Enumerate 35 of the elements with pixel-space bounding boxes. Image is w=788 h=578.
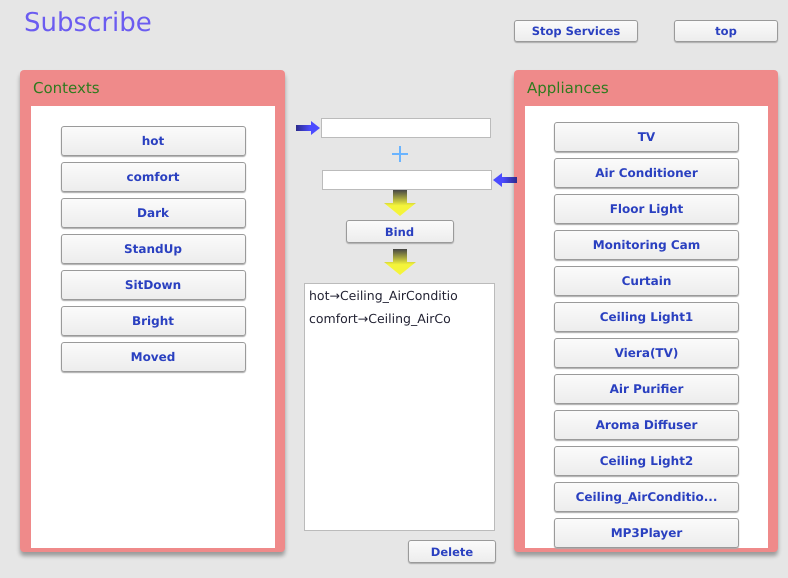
appliance-button[interactable]: Floor Light — [554, 194, 739, 224]
panel-title: Contexts — [32, 78, 100, 99]
arrow-down-icon — [384, 249, 416, 275]
appliance-button[interactable]: Viera(TV) — [554, 338, 739, 368]
appliance-button[interactable]: Aroma Diffuser — [554, 410, 739, 440]
appliance-button[interactable]: Air Purifier — [554, 374, 739, 404]
appliance-button[interactable]: Monitoring Cam — [554, 230, 739, 260]
top-button[interactable]: top — [674, 20, 778, 42]
arrow-down-icon — [384, 190, 416, 216]
appliance-button[interactable]: MP3Player — [554, 518, 739, 548]
context-button[interactable]: Dark — [60, 198, 246, 228]
appliance-button[interactable]: TV — [554, 122, 739, 152]
context-button[interactable]: Moved — [60, 342, 246, 372]
binding-item[interactable]: comfort→Ceiling_AirCo — [309, 311, 451, 326]
panel-title: Appliances — [526, 78, 609, 99]
context-button[interactable]: SitDown — [60, 270, 246, 300]
context-field[interactable] — [321, 118, 491, 138]
binding-item[interactable]: hot→Ceiling_AirConditio — [309, 288, 458, 303]
appliance-field[interactable] — [322, 170, 492, 190]
context-button[interactable]: StandUp — [60, 234, 246, 264]
delete-button[interactable]: Delete — [408, 540, 496, 563]
arrow-icon — [493, 173, 517, 187]
appliance-button[interactable]: Curtain — [554, 266, 739, 296]
appliance-button[interactable]: Ceiling Light2 — [554, 446, 739, 476]
appliance-button[interactable]: Ceiling Light1 — [554, 302, 739, 332]
page-title: Subscribe — [24, 8, 153, 38]
arrow-icon — [296, 121, 320, 135]
bind-button[interactable]: Bind — [346, 220, 454, 243]
stop-services-button[interactable]: Stop Services — [514, 20, 638, 42]
context-button[interactable]: hot — [60, 126, 246, 156]
plus-icon — [392, 146, 408, 162]
context-button[interactable]: comfort — [60, 162, 246, 192]
appliance-button[interactable]: Ceiling_AirConditio... — [554, 482, 739, 512]
appliance-button[interactable]: Air Conditioner — [554, 158, 739, 188]
context-button[interactable]: Bright — [60, 306, 246, 336]
